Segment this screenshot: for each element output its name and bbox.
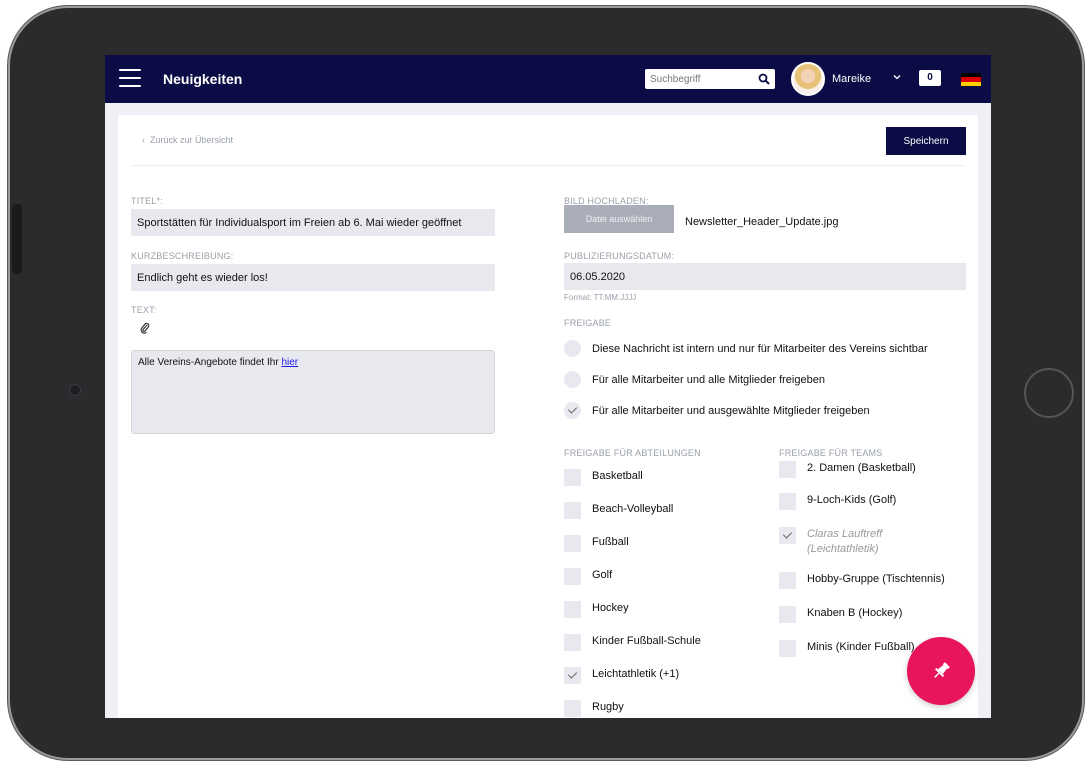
- release-label: FREIGABE: [564, 318, 612, 328]
- option-label: Beach-Volleyball: [592, 503, 674, 515]
- option-label: Diese Nachricht ist intern und nur für M…: [592, 342, 928, 355]
- checkbox[interactable]: [564, 568, 581, 585]
- search-icon[interactable]: [758, 73, 770, 85]
- avatar[interactable]: [791, 62, 825, 96]
- tablet-camera: [69, 384, 81, 396]
- german-flag-icon[interactable]: [961, 73, 981, 86]
- top-navbar: Neuigkeiten Mareike 0: [105, 55, 991, 103]
- checkbox-item[interactable]: Claras Lauftreff (Leichtathletik): [779, 527, 897, 557]
- checkbox-item[interactable]: Minis (Kinder Fußball): [779, 640, 915, 657]
- option-label: Für alle Mitarbeiter und ausgewählte Mit…: [592, 404, 870, 417]
- publish-date-field[interactable]: 06.05.2020: [564, 263, 966, 290]
- divider: [131, 165, 965, 166]
- page-title: Neuigkeiten: [163, 71, 243, 87]
- pin-fab-button[interactable]: [907, 637, 975, 705]
- option-label: Kinder Fußball-Schule: [592, 635, 701, 647]
- checkbox[interactable]: [564, 667, 581, 684]
- option-label: Leichtathletik (+1): [592, 668, 680, 680]
- short-description-label: KURZBESCHREIBUNG:: [131, 251, 234, 261]
- release-option[interactable]: Für alle Mitarbeiter und ausgewählte Mit…: [564, 402, 870, 419]
- checkbox-item[interactable]: Fußball: [564, 535, 629, 552]
- checkbox-item[interactable]: Hobby-Gruppe (Tischtennis): [779, 572, 945, 589]
- checkbox-item[interactable]: Rugby: [564, 700, 624, 717]
- checkbox[interactable]: [564, 469, 581, 486]
- tablet-side-button: [12, 204, 22, 274]
- option-label: Claras Lauftreff (Leichtathletik): [807, 528, 883, 555]
- option-label: Golf: [592, 569, 613, 581]
- checkbox[interactable]: [779, 572, 796, 589]
- option-label: Fußball: [592, 536, 629, 548]
- option-label: Basketball: [592, 470, 643, 482]
- radio-button[interactable]: [564, 371, 581, 388]
- title-field[interactable]: Sportstätten für Individualsport im Frei…: [131, 209, 495, 236]
- file-name: Newsletter_Header_Update.jpg: [685, 216, 839, 228]
- back-link[interactable]: ‹ Zurück zur Übersicht: [142, 135, 233, 145]
- option-label: Knaben B (Hockey): [807, 607, 903, 619]
- date-format-hint: Format: TT.MM.JJJJ: [564, 293, 637, 302]
- checkbox[interactable]: [564, 601, 581, 618]
- checkbox[interactable]: [564, 535, 581, 552]
- search-box: [645, 69, 775, 89]
- teams-label: FREIGABE FÜR TEAMS: [779, 448, 883, 458]
- checkbox-item[interactable]: Kinder Fußball-Schule: [564, 634, 701, 651]
- checkbox[interactable]: [564, 700, 581, 717]
- checkbox[interactable]: [564, 634, 581, 651]
- release-option[interactable]: Diese Nachricht ist intern und nur für M…: [564, 340, 928, 357]
- option-label: Für alle Mitarbeiter und alle Mitglieder…: [592, 373, 825, 386]
- checkbox[interactable]: [564, 502, 581, 519]
- option-label: Minis (Kinder Fußball): [807, 641, 915, 653]
- choose-file-button[interactable]: Datei auswählen: [564, 205, 674, 233]
- checkbox[interactable]: [779, 461, 796, 478]
- option-label: 9-Loch-Kids (Golf): [807, 494, 897, 506]
- radio-button[interactable]: [564, 340, 581, 357]
- option-label: Hobby-Gruppe (Tischtennis): [807, 573, 945, 585]
- title-label: TITEL*:: [131, 196, 163, 206]
- notification-badge[interactable]: 0: [919, 70, 941, 86]
- option-label: Rugby: [592, 701, 624, 713]
- checkbox-item[interactable]: Golf: [564, 568, 612, 585]
- checkbox[interactable]: [779, 606, 796, 623]
- checkbox-item[interactable]: Leichtathletik (+1): [564, 667, 679, 684]
- hamburger-icon[interactable]: [119, 69, 141, 87]
- search-input[interactable]: [645, 70, 749, 88]
- edit-news-card: ‹ Zurück zur Übersicht Speichern TITEL*:…: [118, 115, 978, 718]
- paperclip-icon[interactable]: [140, 322, 150, 334]
- tablet-home-button: [1024, 368, 1074, 418]
- pin-icon: [934, 662, 950, 678]
- checkbox[interactable]: [779, 493, 796, 510]
- checkbox[interactable]: [779, 640, 796, 657]
- app-screen: Neuigkeiten Mareike 0 ‹ Zurück zur Übers…: [105, 55, 991, 718]
- text-editor[interactable]: Alle Vereins-Angebote findet Ihr hier: [131, 350, 495, 434]
- chevron-down-icon[interactable]: [892, 72, 902, 82]
- release-option[interactable]: Für alle Mitarbeiter und alle Mitglieder…: [564, 371, 825, 388]
- save-button[interactable]: Speichern: [886, 127, 966, 155]
- option-label: Hockey: [592, 602, 629, 614]
- checkbox-item[interactable]: 2. Damen (Basketball): [779, 461, 916, 478]
- checkbox-item[interactable]: Beach-Volleyball: [564, 502, 673, 519]
- user-name[interactable]: Mareike: [832, 73, 871, 85]
- text-label: TEXT:: [131, 305, 157, 315]
- departments-label: FREIGABE FÜR ABTEILUNGEN: [564, 448, 701, 458]
- text-link[interactable]: hier: [281, 357, 298, 368]
- text-body: Alle Vereins-Angebote findet Ihr: [138, 357, 282, 368]
- radio-button[interactable]: [564, 402, 581, 419]
- option-label: 2. Damen (Basketball): [807, 462, 916, 474]
- checkbox-item[interactable]: Hockey: [564, 601, 629, 618]
- publish-date-label: PUBLIZIERUNGSDATUM:: [564, 251, 675, 261]
- checkbox[interactable]: [779, 527, 796, 544]
- checkbox-item[interactable]: 9-Loch-Kids (Golf): [779, 493, 896, 510]
- checkbox-item[interactable]: Knaben B (Hockey): [779, 606, 902, 623]
- checkbox-item[interactable]: Basketball: [564, 469, 643, 486]
- short-description-field[interactable]: Endlich geht es wieder los!: [131, 264, 495, 291]
